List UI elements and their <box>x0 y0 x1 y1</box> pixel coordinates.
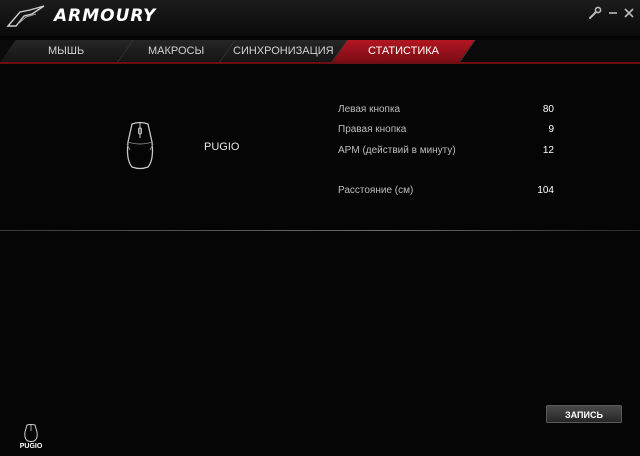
mouse-icon <box>24 424 38 442</box>
settings-button[interactable] <box>588 6 602 20</box>
stat-apm: APM (действий в минуту) 12 <box>338 145 558 159</box>
tab-bar: МЫШЬ МАКРОСЫ СИНХРОНИЗАЦИЯ СТАТИСТИКА <box>0 40 640 64</box>
stat-value: 9 <box>548 124 554 135</box>
tab-sync[interactable]: СИНХРОНИЗАЦИЯ <box>220 40 348 62</box>
stat-label: Левая кнопка <box>338 104 401 115</box>
app-title: ARMOURY <box>54 6 157 26</box>
stat-label: Правая кнопка <box>338 124 407 135</box>
tab-mouse[interactable]: МЫШЬ <box>0 40 134 62</box>
stat-left-clicks: Левая кнопка 80 <box>338 104 558 118</box>
minimize-icon <box>609 12 617 14</box>
close-button[interactable] <box>622 6 636 20</box>
stat-value: 12 <box>542 145 554 156</box>
wrench-icon <box>589 6 602 19</box>
minimize-button[interactable] <box>606 6 620 20</box>
tab-macros[interactable]: МАКРОСЫ <box>118 40 236 62</box>
close-icon <box>624 8 634 18</box>
stat-label: Расстояние (см) <box>338 185 414 196</box>
stat-value: 104 <box>537 185 554 196</box>
tab-sync-label: СИНХРОНИЗАЦИЯ <box>233 45 334 57</box>
tab-mouse-label: МЫШЬ <box>48 45 85 57</box>
stat-label: APM (действий в минуту) <box>338 145 456 156</box>
device-name: PUGIO <box>204 141 240 153</box>
mouse-icon <box>126 121 154 170</box>
tab-macros-label: МАКРОСЫ <box>148 45 205 57</box>
stat-distance: Расстояние (см) 104 <box>338 185 558 199</box>
title-bar: ARMOURY <box>0 0 640 36</box>
stat-right-clicks: Правая кнопка 9 <box>338 124 558 138</box>
footer-device-label: PUGIO <box>19 443 43 450</box>
footer-device-switcher[interactable]: PUGIO <box>14 424 48 456</box>
tab-statistics[interactable]: СТАТИСТИКА <box>332 40 476 62</box>
save-button[interactable]: ЗАПИСЬ <box>546 405 622 423</box>
tab-statistics-label: СТАТИСТИКА <box>368 45 439 57</box>
rog-logo-icon <box>6 5 45 27</box>
stat-value: 80 <box>542 104 554 115</box>
section-divider <box>0 230 640 231</box>
